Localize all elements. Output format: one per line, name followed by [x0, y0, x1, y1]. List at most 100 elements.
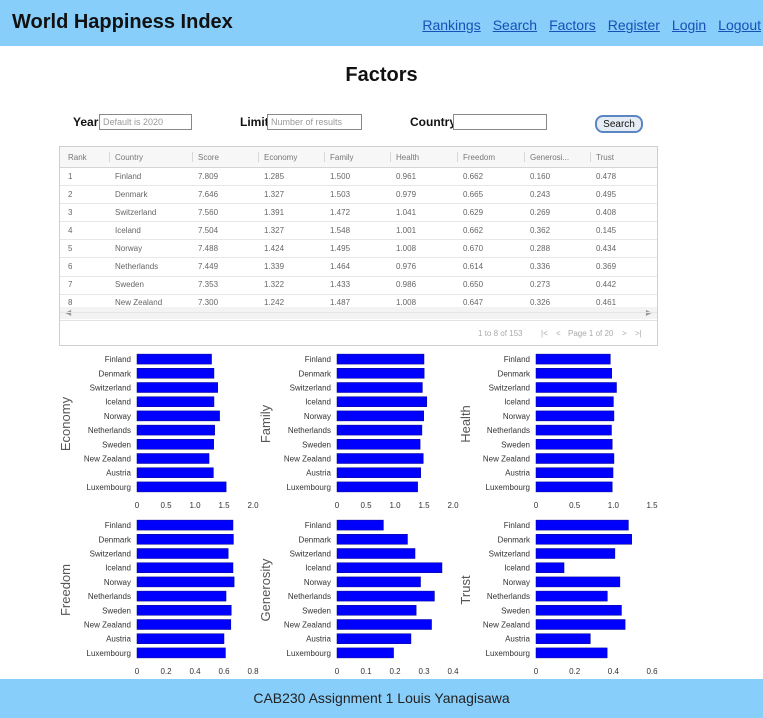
bar: [136, 353, 212, 365]
bar: [535, 439, 613, 450]
category-label: Luxembourg: [87, 483, 131, 492]
footer: CAB230 Assignment 1 Louis Yanagisawa: [0, 679, 763, 718]
x-tick-label: 1.0: [189, 501, 201, 510]
bar: [136, 382, 218, 393]
bar: [136, 562, 234, 573]
category-label: Austria: [306, 635, 331, 644]
bar: [535, 534, 632, 545]
category-label: Finland: [305, 355, 331, 364]
bar: [336, 590, 435, 602]
x-tick-label: 1.5: [646, 501, 658, 510]
category-label: Luxembourg: [486, 649, 530, 658]
category-label: Austria: [306, 469, 331, 478]
chart-generosity: Finland Denmark Switzerland Iceland Norway Ne…: [258, 519, 459, 676]
bar: [535, 410, 615, 422]
x-tick-label: 0: [534, 667, 539, 676]
category-label: Luxembourg: [486, 483, 530, 492]
category-label: Norway: [304, 412, 331, 421]
bar: [136, 548, 229, 559]
bar: [136, 605, 232, 616]
bar: [535, 424, 612, 436]
category-label: Netherlands: [88, 426, 131, 435]
x-tick-label: 0.6: [646, 667, 658, 676]
y-axis-label: Economy: [58, 396, 73, 451]
category-label: Norway: [104, 578, 131, 587]
y-axis-label: Health: [458, 405, 473, 443]
category-label: Denmark: [498, 369, 531, 378]
category-label: Finland: [105, 521, 131, 530]
bar: [336, 467, 421, 478]
x-tick-label: 2.0: [247, 501, 259, 510]
bar: [136, 453, 210, 464]
category-label: Austria: [106, 635, 131, 644]
bar: [535, 576, 621, 588]
chart-health: Finland Denmark Switzerland Iceland Norway Ne…: [458, 353, 658, 510]
x-tick-label: 0: [534, 501, 539, 510]
y-axis-label: Freedom: [58, 564, 73, 616]
category-label: Netherlands: [288, 426, 331, 435]
x-tick-label: 0.5: [360, 501, 372, 510]
x-tick-label: 0: [335, 667, 340, 676]
x-tick-label: 0.6: [218, 667, 230, 676]
bar: [535, 590, 608, 602]
bar: [336, 382, 423, 393]
category-label: Denmark: [99, 369, 132, 378]
bar: [336, 439, 421, 450]
bar: [136, 519, 234, 531]
x-tick-label: 0.4: [608, 667, 620, 676]
category-label: Luxembourg: [287, 649, 331, 658]
x-tick-label: 0.5: [569, 501, 581, 510]
bar: [535, 481, 613, 493]
category-label: Sweden: [102, 440, 131, 449]
bar: [336, 647, 394, 659]
x-tick-label: 1.5: [418, 501, 430, 510]
category-label: Sweden: [102, 606, 131, 615]
category-label: Norway: [503, 412, 530, 421]
bar: [336, 519, 384, 531]
x-tick-label: 2.0: [447, 501, 459, 510]
bar: [136, 481, 227, 493]
factor-charts: Finland Denmark Switzerland Iceland Norway Ne…: [58, 353, 658, 676]
category-label: Finland: [105, 355, 131, 364]
bar: [336, 605, 417, 616]
category-label: Austria: [106, 469, 131, 478]
bar: [336, 576, 421, 588]
category-label: Switzerland: [489, 550, 530, 559]
category-label: Denmark: [99, 535, 132, 544]
category-label: Austria: [505, 469, 530, 478]
category-label: Luxembourg: [287, 483, 331, 492]
bar: [336, 562, 443, 573]
bar: [535, 633, 591, 644]
bar: [336, 548, 416, 559]
bar: [535, 619, 626, 630]
x-tick-label: 0.4: [447, 667, 459, 676]
category-label: Norway: [503, 578, 530, 587]
bar: [136, 439, 214, 450]
category-label: Austria: [505, 635, 530, 644]
chart-economy: Finland Denmark Switzerland Iceland Norway Ne…: [58, 353, 259, 510]
bar: [136, 396, 215, 407]
x-tick-label: 0.3: [418, 667, 430, 676]
bar: [136, 576, 235, 588]
bar: [535, 548, 616, 559]
x-tick-label: 0.8: [247, 667, 259, 676]
x-tick-label: 0.2: [160, 667, 172, 676]
bar: [336, 353, 425, 365]
category-label: New Zealand: [84, 455, 131, 464]
category-label: Iceland: [504, 564, 530, 573]
bar: [535, 453, 615, 464]
category-label: Iceland: [305, 564, 331, 573]
category-label: New Zealand: [284, 455, 331, 464]
x-tick-label: 1.0: [389, 501, 401, 510]
category-label: Norway: [104, 412, 131, 421]
bar: [136, 368, 215, 379]
category-label: Finland: [305, 521, 331, 530]
category-label: Iceland: [305, 398, 331, 407]
category-label: Finland: [504, 355, 530, 364]
category-label: Denmark: [498, 535, 531, 544]
category-label: New Zealand: [84, 621, 131, 630]
bar: [535, 467, 614, 478]
bar: [136, 590, 227, 602]
y-axis-label: Generosity: [258, 558, 273, 621]
x-tick-label: 0.4: [189, 667, 201, 676]
